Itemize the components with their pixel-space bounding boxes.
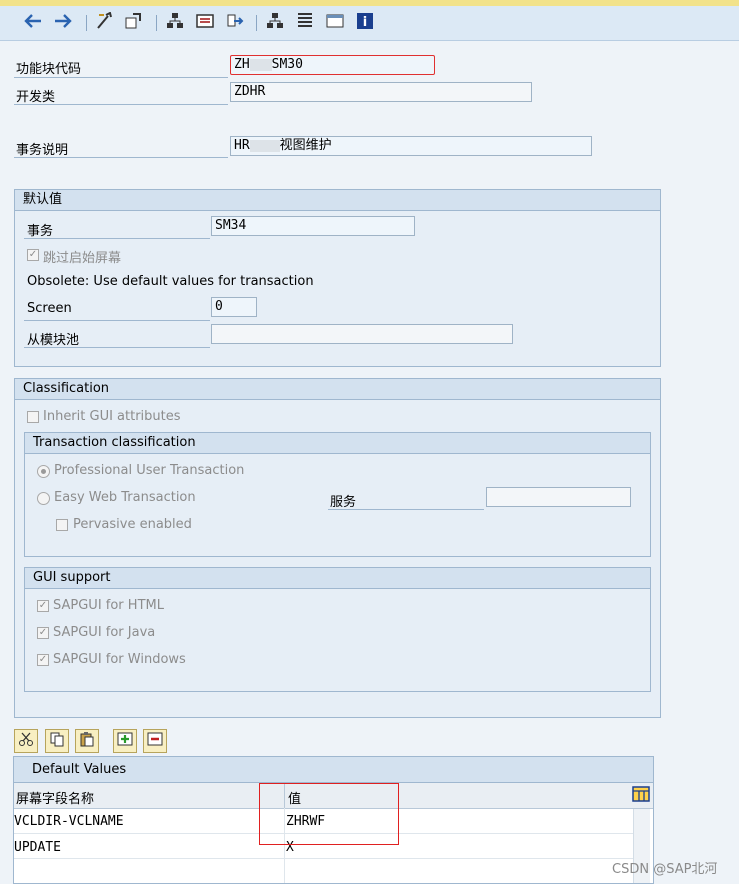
navigation-icon[interactable] [226, 12, 244, 30]
service-label: 服务 [330, 495, 357, 510]
sapgui-java-checkbox[interactable]: ✓ [37, 627, 49, 639]
professional-radio[interactable] [37, 465, 50, 478]
obsolete-note: Obsolete: Use default values for transac… [27, 274, 314, 289]
sapgui-windows-checkbox[interactable]: ✓ [37, 654, 49, 666]
inherit-gui-checkbox[interactable] [27, 411, 39, 423]
defaults-group-title: 默认值 [15, 190, 660, 211]
sapgui-java-label: SAPGUI for Java [53, 625, 156, 640]
paste-button[interactable] [75, 729, 99, 753]
module-pool-field[interactable] [211, 324, 513, 344]
description-value-suffix: 视图维护 [279, 138, 332, 153]
toolbar-separator [86, 15, 87, 31]
insert-row-button[interactable] [113, 729, 137, 753]
description-value-prefix: HR [234, 138, 250, 153]
transaction-classification-title: Transaction classification [25, 433, 650, 454]
highlight-annotation [259, 783, 399, 845]
classification-group-title: Classification [15, 379, 660, 400]
row-field-cell[interactable]: UPDATE [14, 840, 61, 855]
back-arrow-icon[interactable] [24, 12, 42, 30]
description-label: 事务说明 [16, 143, 69, 158]
application-toolbar: i [0, 6, 739, 41]
skip-screen-checkbox[interactable]: ✓ [27, 249, 39, 261]
delete-row-icon [147, 731, 163, 751]
layout-icon[interactable] [296, 12, 314, 30]
watermark: CSDN @SAP北河 [612, 862, 718, 877]
skip-screen-label: 跳过启始屏幕 [43, 251, 122, 266]
toolbar-separator [256, 15, 257, 31]
delete-row-button[interactable] [143, 729, 167, 753]
display-object-list-icon[interactable] [196, 12, 214, 30]
screen-label: Screen [27, 301, 72, 316]
copy-button[interactable] [45, 729, 69, 753]
service-field[interactable] [486, 487, 631, 507]
sapgui-html-label: SAPGUI for HTML [53, 598, 164, 613]
structure-icon[interactable] [266, 12, 284, 30]
gui-support-title: GUI support [25, 568, 650, 589]
label-underline [24, 238, 210, 239]
redaction-blur [249, 58, 272, 71]
sapgui-html-checkbox[interactable]: ✓ [37, 600, 49, 612]
package-field[interactable]: ZDHR [230, 82, 532, 102]
easy-web-radio[interactable] [37, 492, 50, 505]
module-pool-label: 从模块池 [27, 333, 80, 348]
copy-icon [49, 731, 65, 751]
hierarchy-icon[interactable] [166, 12, 184, 30]
label-underline [24, 347, 210, 348]
function-code-label: 功能块代码 [16, 62, 82, 77]
display-change-icon[interactable] [96, 12, 114, 30]
window-icon[interactable] [326, 12, 344, 30]
pervasive-checkbox[interactable] [56, 519, 68, 531]
other-object-icon[interactable] [124, 12, 142, 30]
row-divider [14, 858, 633, 859]
transaction-field[interactable]: SM34 [211, 216, 415, 236]
screen-field[interactable]: 0 [211, 297, 257, 317]
pervasive-label: Pervasive enabled [73, 517, 192, 532]
table-settings-button[interactable] [629, 783, 653, 808]
toolbar-separator [156, 15, 157, 31]
label-underline [24, 320, 210, 321]
insert-row-icon [117, 731, 133, 751]
label-underline [14, 104, 228, 105]
label-underline [14, 157, 228, 158]
easy-web-label: Easy Web Transaction [54, 490, 196, 505]
label-underline [14, 77, 228, 78]
transaction-label: 事务 [27, 224, 54, 239]
scissors-icon [18, 731, 34, 751]
professional-label: Professional User Transaction [54, 463, 245, 478]
cut-button[interactable] [14, 729, 38, 753]
sapgui-windows-label: SAPGUI for Windows [53, 652, 186, 667]
function-code-field[interactable]: ZH SM30 [230, 55, 435, 75]
column-header-field[interactable]: 屏幕字段名称 [16, 788, 94, 807]
function-code-value-prefix: ZH [234, 57, 250, 72]
label-underline [328, 509, 484, 510]
forward-arrow-icon[interactable] [54, 12, 72, 30]
table-title: Default Values [14, 757, 653, 783]
row-field-cell[interactable]: VCLDIR-VCLNAME [14, 814, 124, 829]
inherit-gui-label: Inherit GUI attributes [43, 409, 181, 424]
function-code-value-suffix: SM30 [271, 57, 303, 72]
svg-text:i: i [363, 15, 367, 30]
package-label: 开发类 [16, 90, 56, 105]
description-field[interactable]: HR 视图维护 [230, 136, 592, 156]
paste-icon [79, 731, 95, 751]
info-icon[interactable]: i [356, 12, 374, 30]
column-settings-icon [632, 785, 650, 806]
redaction-blur [249, 139, 280, 152]
